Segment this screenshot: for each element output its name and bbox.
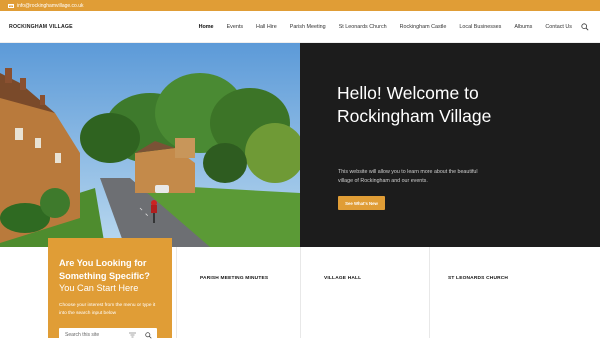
main-nav: Home Events Hall Hire Parish Meeting St … [186, 24, 572, 30]
village-street-photo [0, 43, 300, 247]
search-card-subtitle: You Can Start Here [59, 283, 139, 293]
site-header: ROCKINGHAM VILLAGE Home Events Hall Hire… [0, 11, 600, 43]
nav-rockingham-castle[interactable]: Rockingham Castle [400, 24, 447, 30]
site-logo[interactable]: ROCKINGHAM VILLAGE [9, 24, 73, 30]
search-placeholder: Search this site [65, 332, 100, 338]
column-divider [300, 247, 301, 338]
hero-panel: Hello! Welcome to Rockingham Village Thi… [300, 43, 600, 247]
see-whats-new-button[interactable]: See What's New [338, 196, 385, 210]
nav-events[interactable]: Events [227, 24, 243, 30]
filter-icon[interactable] [129, 332, 136, 338]
search-card-description: Choose your interest from the menu or ty… [59, 303, 156, 316]
village-hall-link[interactable]: VILLAGE HALL [324, 276, 361, 281]
parish-meeting-minutes-link[interactable]: PARISH MEETING MINUTES [200, 276, 268, 281]
hero-description: This website will allow you to learn mor… [338, 169, 478, 184]
nav-albums[interactable]: Albums [514, 24, 532, 30]
st-leonards-church-link[interactable]: ST LEONARDS CHURCH [448, 276, 508, 281]
search-card-title: Are You Looking for Something Specific? [59, 258, 150, 281]
nav-contact-us[interactable]: Contact Us [545, 24, 572, 30]
search-submit-icon[interactable] [145, 331, 152, 339]
search-card: Are You Looking for Something Specific? … [48, 238, 172, 342]
nav-hall-hire[interactable]: Hall Hire [256, 24, 277, 30]
top-bar: info@rockinghamvillage.co.uk [0, 0, 600, 11]
column-divider [176, 247, 177, 338]
nav-st-leonards-church[interactable]: St Leonards Church [339, 24, 387, 30]
nav-home[interactable]: Home [199, 24, 214, 30]
email-icon [8, 3, 15, 8]
site-search-input[interactable]: Search this site [59, 328, 157, 342]
nav-parish-meeting[interactable]: Parish Meeting [290, 24, 326, 30]
contact-email-link[interactable]: info@rockinghamvillage.co.uk [17, 3, 84, 9]
column-divider [429, 247, 430, 338]
search-icon[interactable] [581, 23, 589, 31]
hero-title: Hello! Welcome to Rockingham Village [337, 83, 492, 126]
nav-local-businesses[interactable]: Local Businesses [459, 24, 501, 30]
